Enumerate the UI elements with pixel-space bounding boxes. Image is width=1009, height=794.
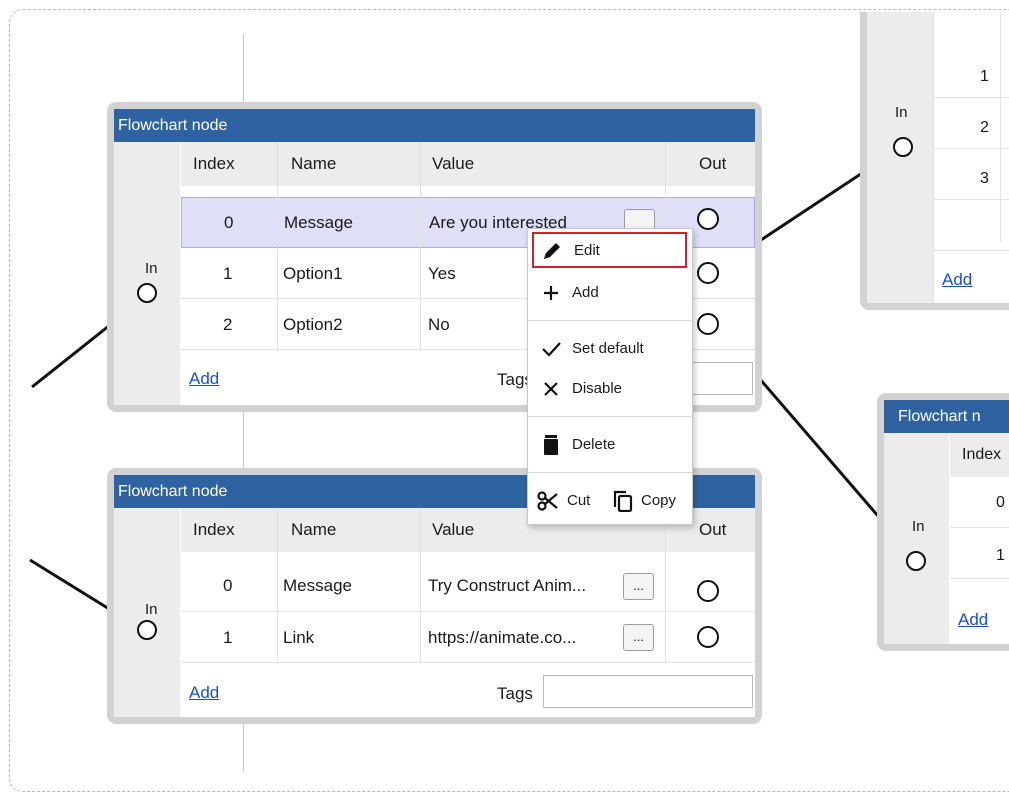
in-label: In bbox=[912, 518, 925, 535]
table-row bbox=[934, 200, 1009, 251]
table-row[interactable]: 0 bbox=[950, 477, 1009, 528]
row-name: Message bbox=[283, 576, 352, 595]
output-port[interactable] bbox=[697, 580, 719, 602]
column-header-value: Value bbox=[432, 154, 475, 173]
row-index: 1 bbox=[996, 547, 1005, 564]
row-index: 2 bbox=[980, 119, 989, 136]
copy-icon bbox=[613, 490, 633, 512]
row-value[interactable]: https://animate.co... bbox=[428, 628, 576, 648]
tags-input[interactable] bbox=[543, 675, 753, 708]
row-index: 1 bbox=[223, 264, 233, 283]
row-index: 1 bbox=[980, 68, 989, 85]
column-header-index: Index bbox=[193, 520, 235, 539]
x-icon bbox=[544, 382, 558, 396]
row-value[interactable]: Yes bbox=[428, 264, 456, 284]
input-port[interactable] bbox=[137, 620, 157, 640]
add-row-link[interactable]: Add bbox=[189, 369, 219, 389]
checkmark-icon bbox=[542, 342, 561, 357]
table-header: Index Name Value Out bbox=[181, 142, 755, 186]
pencil-icon bbox=[544, 243, 560, 259]
row-index: 2 bbox=[223, 315, 233, 334]
trash-icon bbox=[544, 435, 558, 455]
menu-item-copy[interactable]: Copy bbox=[608, 485, 692, 517]
row-index: 3 bbox=[980, 170, 989, 187]
menu-item-add[interactable]: Add bbox=[528, 277, 692, 309]
output-port[interactable] bbox=[697, 313, 719, 335]
column-header-name: Name bbox=[291, 520, 337, 539]
row-name: Link bbox=[283, 628, 315, 647]
input-port[interactable] bbox=[137, 283, 157, 303]
row-value[interactable]: No bbox=[428, 315, 450, 335]
input-port[interactable] bbox=[906, 551, 926, 571]
flowchart-node-4[interactable]: Flowchart n In Index 0 1 Add bbox=[877, 393, 1009, 651]
in-column bbox=[884, 433, 949, 644]
row-index: 0 bbox=[224, 213, 234, 232]
menu-item-label: Set default bbox=[572, 340, 644, 357]
column-header-index: Index bbox=[962, 446, 1002, 463]
edit-value-button[interactable]: ... bbox=[623, 624, 654, 651]
in-column bbox=[867, 12, 933, 303]
table-row[interactable]: 1 bbox=[950, 528, 1009, 579]
row-name: Option1 bbox=[283, 264, 343, 283]
row-index: 0 bbox=[223, 576, 233, 595]
menu-item-label: Delete bbox=[572, 436, 616, 453]
row-name: Message bbox=[284, 213, 353, 232]
table-row[interactable]: 2 bbox=[934, 98, 1009, 149]
table-row[interactable]: 0 Message Try Construct Anim... ... bbox=[181, 561, 755, 612]
context-menu: Edit Add Set default Disable Delete Cut … bbox=[527, 228, 693, 525]
column-header-index: Index bbox=[193, 154, 235, 173]
menu-item-label: Add bbox=[572, 284, 599, 301]
column-header-value: Value bbox=[432, 520, 475, 539]
column-header-out: Out bbox=[699, 154, 727, 173]
output-port[interactable] bbox=[697, 626, 719, 648]
menu-item-cut[interactable]: Cut bbox=[528, 485, 608, 517]
flowchart-node-3[interactable]: In 1 2 3 Add bbox=[860, 12, 1009, 310]
edit-value-button[interactable]: ... bbox=[623, 573, 654, 600]
table-row[interactable]: 3 bbox=[934, 149, 1009, 200]
in-label: In bbox=[145, 260, 158, 277]
scissors-icon bbox=[537, 491, 558, 511]
table-header: Index bbox=[950, 433, 1009, 477]
in-label: In bbox=[145, 601, 158, 618]
menu-item-label: Edit bbox=[574, 242, 600, 259]
menu-item-delete[interactable]: Delete bbox=[528, 429, 692, 461]
node-title: Flowchart n bbox=[884, 400, 1009, 433]
tags-label: Tags bbox=[497, 684, 533, 703]
menu-item-disable[interactable]: Disable bbox=[528, 373, 692, 405]
table-row[interactable]: 1 bbox=[934, 47, 1009, 98]
row-name: Option2 bbox=[283, 315, 343, 334]
input-port[interactable] bbox=[893, 137, 913, 157]
in-label: In bbox=[895, 104, 908, 121]
add-row-link[interactable]: Add bbox=[958, 610, 988, 630]
node-title: Flowchart node bbox=[114, 109, 755, 142]
menu-item-set-default[interactable]: Set default bbox=[528, 333, 692, 365]
column-header-out: Out bbox=[699, 520, 727, 539]
output-port[interactable] bbox=[697, 262, 719, 284]
menu-item-label: Disable bbox=[572, 380, 623, 397]
row-index: 0 bbox=[996, 494, 1005, 511]
add-row-link[interactable]: Add bbox=[942, 270, 972, 290]
menu-item-edit[interactable]: Edit bbox=[532, 232, 687, 268]
column-header-name: Name bbox=[291, 154, 337, 173]
plus-icon bbox=[544, 286, 558, 300]
menu-item-label: Copy bbox=[641, 492, 677, 509]
add-row-link[interactable]: Add bbox=[189, 683, 219, 703]
row-index: 1 bbox=[223, 628, 233, 647]
row-value[interactable]: Try Construct Anim... bbox=[428, 576, 586, 596]
menu-item-label: Cut bbox=[567, 492, 591, 509]
output-port[interactable] bbox=[697, 208, 719, 230]
table-row[interactable]: 1 Link https://animate.co... ... bbox=[181, 612, 755, 663]
